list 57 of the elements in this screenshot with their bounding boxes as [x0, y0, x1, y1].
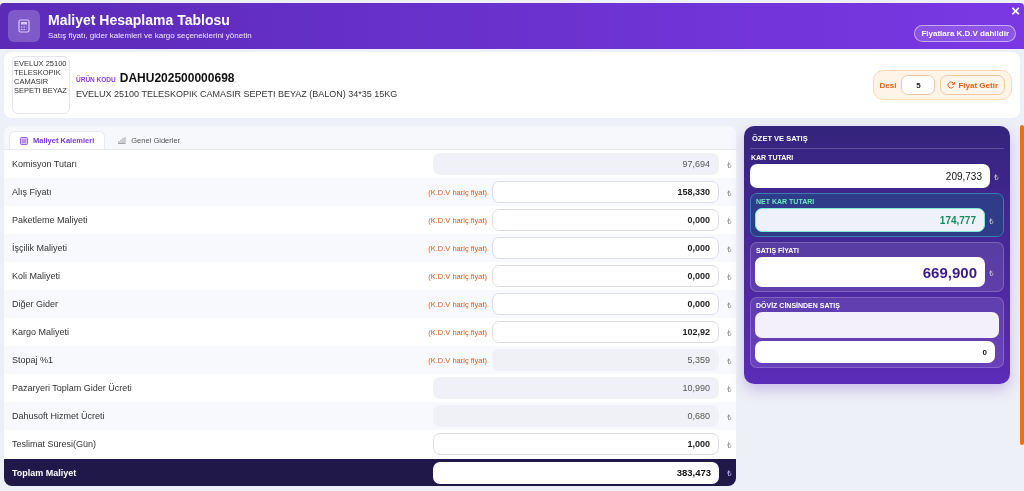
amount-field[interactable]: 158,330	[492, 181, 719, 203]
amount-field[interactable]: 1,000	[433, 433, 719, 455]
currency-symbol: ₺	[726, 468, 732, 478]
row-label: Alış Fiyatı	[12, 187, 53, 197]
amount-field[interactable]: 5,359	[492, 349, 719, 371]
amount-field[interactable]: 0,000	[492, 265, 719, 287]
currency-symbol: ₺	[989, 215, 995, 226]
currency-symbol: ₺	[726, 187, 732, 198]
row-label: Kargo Maliyeti	[12, 327, 71, 337]
summary-field[interactable]: 669,900	[755, 257, 985, 287]
calculator-icon	[8, 10, 40, 42]
currency-symbol: ₺	[726, 355, 732, 366]
amount-field[interactable]: 0,680	[433, 405, 719, 427]
summary-field[interactable]: 174,777	[755, 208, 985, 232]
row-label: Stopaj %1	[12, 355, 55, 365]
window-subtitle: Satış fiyatı, gider kalemleri ve kargo seçeneklerini yönetin	[48, 31, 253, 40]
desi-label: Desi	[879, 80, 897, 90]
row-label: Diğer Gider	[12, 299, 59, 309]
currency-select[interactable]	[755, 312, 999, 338]
currency-symbol: ₺	[726, 299, 732, 310]
currency-symbol: ₺	[989, 267, 995, 278]
currency-symbol: ₺	[726, 243, 732, 254]
amount-field[interactable]: 0,000	[492, 237, 719, 259]
row-label: Komisyon Tutarı	[12, 159, 79, 169]
scrollbar[interactable]	[1020, 125, 1024, 445]
refresh-icon	[947, 81, 956, 89]
product-name: EVELUX 25100 TELESKOPIK CAMASIR SEPETI BEYAZ (BALON) 34*35 15KG	[76, 89, 399, 99]
summary-field[interactable]: 209,733	[750, 164, 990, 188]
amount-field[interactable]: 0,000	[492, 209, 719, 231]
row-label: Paketleme Maliyeti	[12, 215, 89, 225]
close-button[interactable]: ×	[1011, 4, 1020, 18]
amount-field[interactable]: 102,92	[492, 321, 719, 343]
amount-field[interactable]: 10,990	[433, 377, 719, 399]
currency-symbol: ₺	[726, 159, 732, 170]
total-field[interactable]: 383,473	[433, 461, 719, 484]
summary-field[interactable]: 0	[755, 341, 995, 363]
currency-symbol: ₺	[726, 327, 732, 338]
amount-field[interactable]: 97,694	[433, 153, 719, 175]
currency-symbol: ₺	[726, 383, 732, 394]
currency-symbol: ₺	[726, 215, 732, 226]
vat-included-badge: Fiyatlara K.D.V dahildir	[914, 24, 1016, 42]
currency-symbol: ₺	[994, 171, 1000, 182]
row-label: Pazaryeri Toplam Gider Ücreti	[12, 383, 133, 393]
row-label: Koli Maliyeti	[12, 271, 61, 281]
currency-symbol: ₺	[726, 411, 732, 422]
currency-symbol: ₺	[726, 271, 732, 282]
product-code: DAHU202500000698	[119, 71, 235, 85]
currency-symbol: ₺	[726, 439, 732, 450]
row-label: Teslimat Süresi(Gün)	[12, 439, 98, 449]
row-label: Dahusoft Hizmet Ücreti	[12, 411, 106, 421]
amount-field[interactable]: 0,000	[492, 293, 719, 315]
row-label: İşçilik Maliyeti	[12, 243, 68, 253]
window-title: Maliyet Hesaplama Tablosu	[48, 12, 231, 28]
total-label: Toplam Maliyet	[12, 467, 78, 478]
chart-icon	[117, 136, 127, 144]
list-icon	[20, 136, 28, 145]
desi-field[interactable]: 5	[901, 75, 936, 95]
